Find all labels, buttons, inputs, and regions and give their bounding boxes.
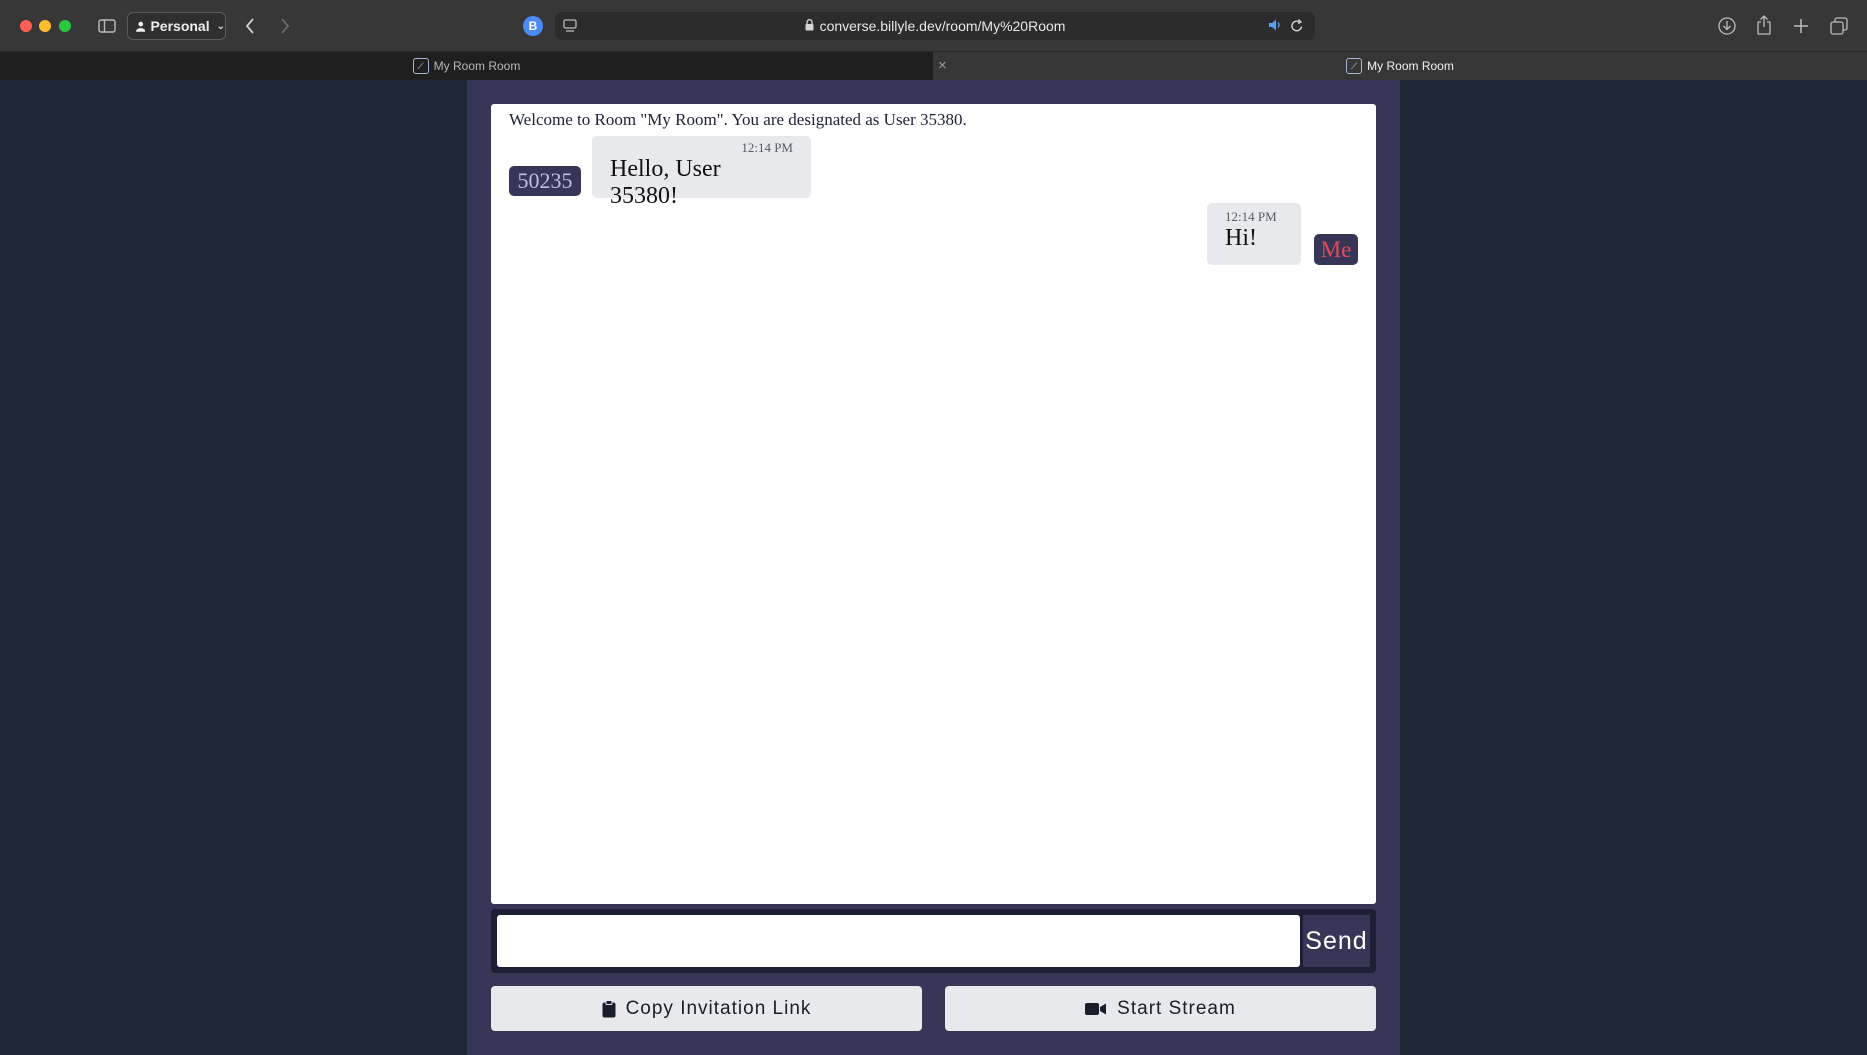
message-text: Hello, User 35380! <box>610 156 721 209</box>
sidebar-toggle-icon[interactable] <box>97 16 117 36</box>
start-stream-button[interactable]: Start Stream <box>945 986 1376 1031</box>
forward-icon[interactable] <box>275 14 295 38</box>
message-input[interactable] <box>497 915 1300 967</box>
site-favicon-icon: ⟋ <box>1346 58 1363 74</box>
person-icon <box>136 21 146 32</box>
audio-playing-icon[interactable] <box>1268 18 1283 35</box>
reload-icon[interactable] <box>1290 18 1304 36</box>
chat-room-panel: Welcome to Room "My Room". You are desig… <box>467 80 1400 1055</box>
lock-icon <box>805 18 814 34</box>
copy-invitation-link-button[interactable]: Copy Invitation Link <box>491 986 922 1031</box>
close-window-button[interactable] <box>20 20 32 32</box>
copy-invitation-label: Copy Invitation Link <box>625 997 812 1019</box>
start-stream-label: Start Stream <box>1117 997 1236 1019</box>
back-icon[interactable] <box>240 14 260 38</box>
close-tab-icon[interactable]: × <box>938 57 947 74</box>
message-composer: Send <box>491 909 1376 973</box>
message-bubble: 12:14 PM Hello, User 35380! <box>592 136 811 209</box>
tab-my-room-2[interactable]: ⟋ My Room Room <box>933 52 1867 80</box>
video-camera-icon <box>1085 1002 1107 1015</box>
tab-overview-icon[interactable] <box>1828 15 1850 37</box>
tab-title: My Room Room <box>433 59 521 73</box>
new-tab-icon[interactable] <box>1790 15 1812 37</box>
message-bubble-own: 12:14 PM Hi! <box>1207 203 1301 265</box>
chevron-down-icon: ⌄ <box>216 20 225 32</box>
share-icon[interactable] <box>1753 14 1775 36</box>
downloads-icon[interactable] <box>1716 15 1738 37</box>
address-bar[interactable]: converse.billyle.dev/room/My%20Room <box>555 12 1315 40</box>
page-settings-icon[interactable] <box>563 19 577 36</box>
site-favicon-icon: ⟋ <box>412 58 429 74</box>
own-sender-badge: Me <box>1314 234 1358 265</box>
profile-label: Personal <box>150 18 210 34</box>
url-text: converse.billyle.dev/room/My%20Room <box>819 18 1066 34</box>
send-button[interactable]: Send <box>1303 915 1370 967</box>
message-time: 12:14 PM <box>741 140 793 155</box>
sender-badge: 50235 <box>509 166 581 196</box>
welcome-message: Welcome to Room "My Room". You are desig… <box>509 110 967 129</box>
tab-bar: ⟋ My Room Room ⟋ My Room Room <box>0 52 1867 80</box>
minimize-window-button[interactable] <box>39 20 51 32</box>
clipboard-icon <box>602 999 616 1017</box>
profile-switcher[interactable]: Personal ⌄ <box>127 12 226 40</box>
message-time: 12:14 PM <box>1225 209 1277 224</box>
zoom-window-button[interactable] <box>59 20 71 32</box>
tab-title: My Room Room <box>1367 59 1454 73</box>
browser-toolbar: Personal ⌄ B converse.billyle.dev/room/M… <box>0 0 1867 52</box>
message-list: Welcome to Room "My Room". You are desig… <box>491 104 1376 904</box>
extension-badge-icon[interactable]: B <box>523 16 543 36</box>
message-text: Hi! <box>1225 225 1257 251</box>
tab-my-room-1[interactable]: ⟋ My Room Room <box>0 52 933 80</box>
